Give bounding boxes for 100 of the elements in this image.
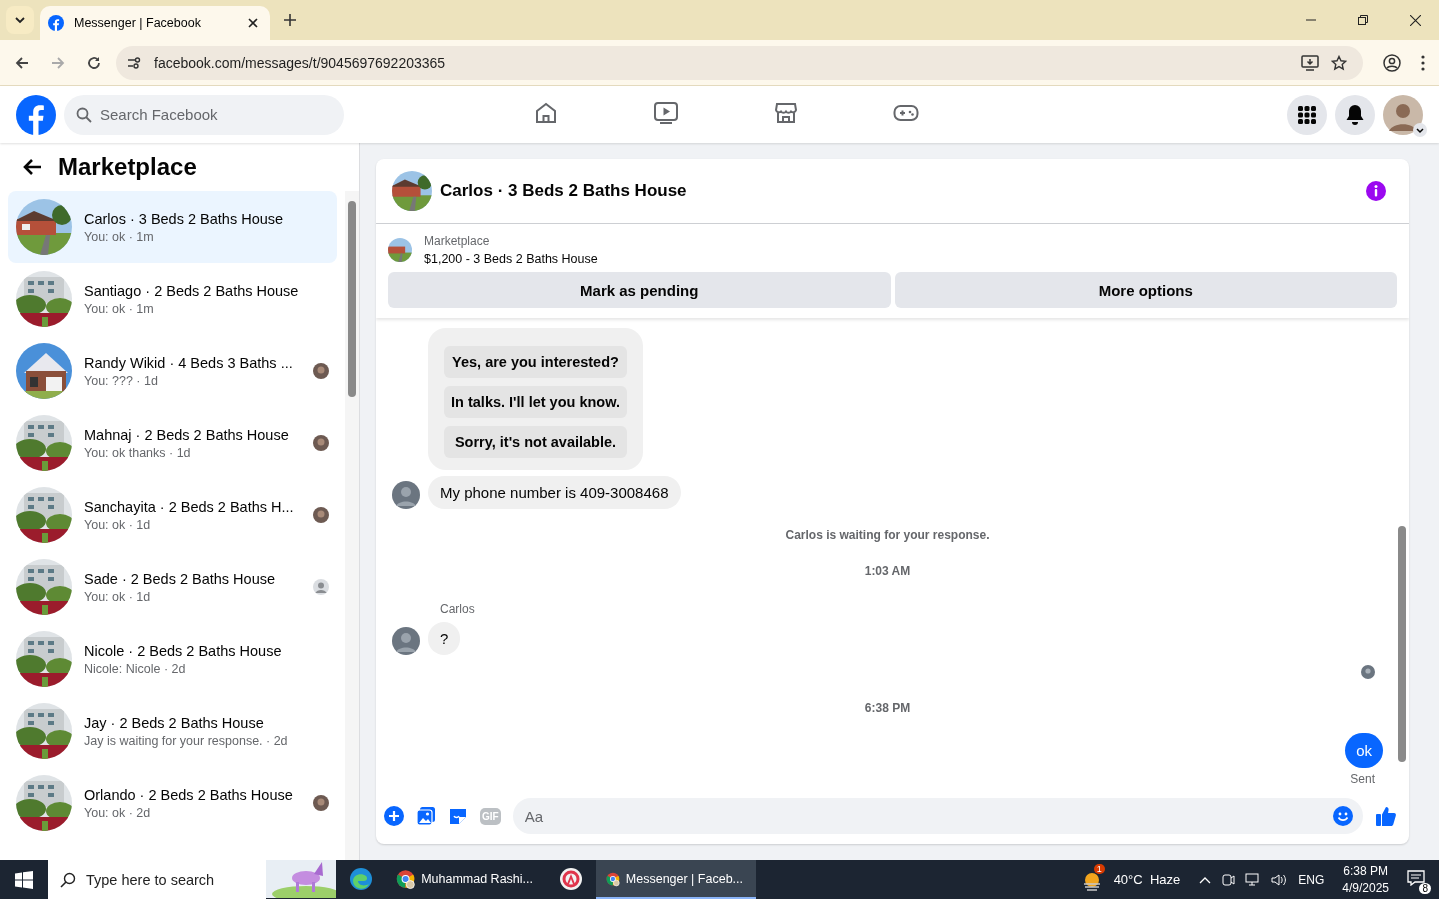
back-arrow-icon[interactable] <box>22 158 42 176</box>
bell-icon <box>1345 103 1365 126</box>
home-icon <box>534 101 558 125</box>
listing-source: Marketplace <box>424 234 491 248</box>
emoji-icon[interactable] <box>1333 806 1353 826</box>
action-button[interactable]: Mark as pending <box>388 272 891 308</box>
weather-text[interactable]: 40°C Haze <box>1113 872 1181 887</box>
quick-reply-button[interactable]: In talks. I'll let you know. <box>444 386 627 418</box>
chat-preview: You: ok · 1d <box>84 517 152 532</box>
store-icon <box>774 101 798 125</box>
chat-title: Jay · 2 Beds 2 Baths House <box>84 714 265 731</box>
chat-item[interactable]: Mahnaj · 2 Beds 2 Baths House You: ok thanks · 1d <box>8 407 337 479</box>
scrollbar[interactable] <box>345 191 359 860</box>
chat-item[interactable]: Sanchayita · 2 Beds 2 Baths H... You: ok · 1d <box>8 479 337 551</box>
action-button[interactable]: More options <box>894 272 1397 308</box>
chat-title: Randy Wikid · 4 Beds 3 Baths ... <box>84 354 294 371</box>
chat-item[interactable]: Sade · 2 Beds 2 Baths House You: ok · 1d <box>8 551 337 623</box>
chat-item[interactable]: Santiago · 2 Beds 2 Baths House You: ok · 1m <box>8 263 337 335</box>
seen-avatar <box>1361 665 1375 679</box>
chat-item[interactable]: Carlos · 3 Beds 2 Baths House You: ok · 1m <box>8 191 337 263</box>
facebook-icon <box>48 15 64 31</box>
chat-preview: Jay is waiting for your response. · 2d <box>84 733 289 748</box>
reload-icon[interactable] <box>86 54 102 71</box>
notification-badge: 8 <box>1419 882 1431 894</box>
chat-title[interactable]: Carlos · 3 Beds 2 Baths House <box>440 181 687 201</box>
message-bubble: ok <box>1345 733 1383 768</box>
timestamp: 6:38 PM <box>864 701 911 715</box>
tab-title: Messenger | Facebook <box>74 16 202 30</box>
quick-reply-button[interactable]: Yes, are you interested? <box>444 346 627 378</box>
grid-icon <box>1297 104 1317 125</box>
close-icon[interactable] <box>1410 14 1421 26</box>
camera-icon[interactable] <box>1221 872 1236 887</box>
listing-summary[interactable]: $1,200 - 3 Beds 2 Baths House <box>424 252 598 266</box>
chat-item[interactable]: Nicole · 2 Beds 2 Baths House Nicole: Nicole · 2d <box>8 623 337 695</box>
clock-time[interactable]: 6:38 PM <box>1343 862 1388 880</box>
message-input[interactable]: Aa <box>512 798 1363 834</box>
search-icon <box>76 106 92 123</box>
menu-icon[interactable] <box>1421 54 1425 71</box>
volume-icon[interactable] <box>1271 872 1288 887</box>
notification-badge: 1 <box>1093 863 1105 874</box>
chevron-up-icon[interactable] <box>1199 875 1212 884</box>
video-icon <box>653 101 679 125</box>
chat-preview: You: ??? · 1d <box>84 373 159 388</box>
profile-icon[interactable] <box>1383 53 1401 72</box>
facebook-logo[interactable] <box>16 94 56 135</box>
restore-icon[interactable] <box>1358 15 1368 25</box>
edge-icon <box>349 866 373 891</box>
menu-button[interactable] <box>1287 94 1327 135</box>
quick-reply-button[interactable]: Sorry, it's not available. <box>444 426 627 458</box>
sender-name: Carlos <box>440 602 475 616</box>
sticker-icon[interactable] <box>448 806 468 826</box>
chevron-down-icon[interactable] <box>1413 122 1427 137</box>
app-icon <box>559 866 583 891</box>
search-field[interactable]: Search Facebook <box>64 94 344 135</box>
chat-preview: You: ok · 1d <box>84 589 152 604</box>
chat-item[interactable]: Orlando · 2 Beds 2 Baths House You: ok · 2d <box>8 767 337 839</box>
plus-icon[interactable] <box>384 806 404 826</box>
chat-item[interactable]: Jay · 2 Beds 2 Baths House Jay is waiting for your response. · 2d <box>8 695 337 767</box>
taskbar-app[interactable]: Muhammad Rashi... <box>386 860 546 899</box>
gamepad-icon <box>893 102 919 124</box>
chat-preview: You: ok · 1m <box>84 301 155 316</box>
chat-preview: You: ok thanks · 1d <box>84 445 192 460</box>
chat-title: Orlando · 2 Beds 2 Baths House <box>84 786 294 803</box>
delivery-status: Sent <box>1350 772 1376 786</box>
star-icon[interactable] <box>1331 54 1347 71</box>
status-notice: Carlos is waiting for your response. <box>785 528 990 542</box>
search-icon <box>60 872 76 888</box>
browser-tab[interactable]: Messenger | Facebook <box>40 6 270 40</box>
language-indicator[interactable]: ENG <box>1298 872 1325 887</box>
taskbar-app[interactable]: Messenger | Faceb... <box>596 860 756 899</box>
thumbs-up-icon[interactable] <box>1375 805 1397 827</box>
chat-title: Santiago · 2 Beds 2 Baths House <box>84 282 300 299</box>
windows-start-icon[interactable] <box>15 870 33 889</box>
chat-title: Carlos · 3 Beds 2 Baths House <box>84 210 285 227</box>
chat-title: Sade · 2 Beds 2 Baths House <box>84 570 277 587</box>
image-icon[interactable] <box>416 806 436 826</box>
info-icon[interactable] <box>1365 180 1387 202</box>
tab-list-button[interactable] <box>6 6 34 34</box>
message-bubble: My phone number is 409-3008468 <box>428 476 681 509</box>
chevron-down-icon <box>14 14 26 26</box>
chat-title: Sanchayita · 2 Beds 2 Baths H... <box>84 498 295 515</box>
back-icon[interactable] <box>14 54 30 71</box>
avatar[interactable] <box>1383 94 1423 135</box>
new-tab-icon[interactable] <box>284 14 296 26</box>
network-icon[interactable] <box>1245 872 1262 887</box>
url-text[interactable]: facebook.com/messages/t/9045697692203365 <box>154 54 446 71</box>
notifications-button[interactable] <box>1335 94 1375 135</box>
timestamp: 1:03 AM <box>864 564 911 578</box>
notifications-icon[interactable] <box>1407 869 1425 886</box>
chat-preview: You: ok · 2d <box>84 805 152 820</box>
chat-preview: Nicole: Nicole · 2d <box>84 661 187 676</box>
message-bubble: ? <box>428 622 461 655</box>
close-icon[interactable] <box>248 18 258 28</box>
install-app-icon[interactable] <box>1301 54 1319 71</box>
sidebar-title: Marketplace <box>58 153 197 181</box>
chat-item[interactable]: Randy Wikid · 4 Beds 3 Baths ... You: ??? · 1d <box>8 335 337 407</box>
taskbar-search-field[interactable]: Type here to search <box>48 860 266 899</box>
chat-title: Nicole · 2 Beds 2 Baths House <box>84 642 283 659</box>
site-settings-icon[interactable] <box>126 54 142 71</box>
clock-date[interactable]: 4/9/2025 <box>1342 879 1389 897</box>
